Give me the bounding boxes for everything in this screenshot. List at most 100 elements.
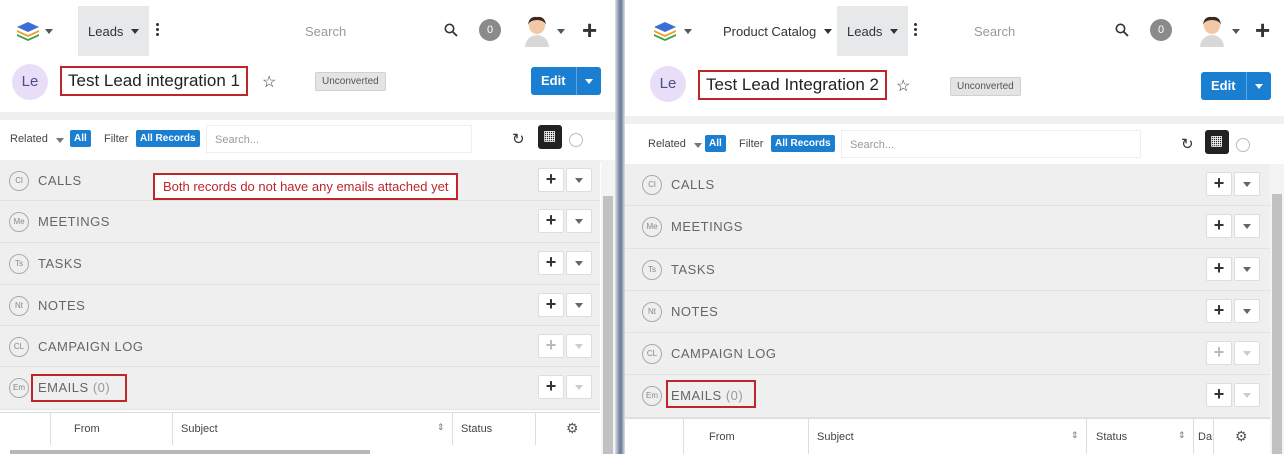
related-caret-icon[interactable] <box>694 143 702 148</box>
subpanel-calls[interactable]: Cl CALLS + <box>625 164 1270 206</box>
scrollbar-thumb[interactable] <box>603 196 613 454</box>
subpanel-tasks[interactable]: Ts TASKS + <box>0 243 600 285</box>
add-meeting-button[interactable]: + <box>538 209 564 233</box>
left-record-view: Leads Search 0 + Le Test Lead integratio… <box>0 0 615 454</box>
campaign-log-icon: CL <box>642 344 662 364</box>
subpanel-notes[interactable]: Nt NOTES + <box>625 291 1270 333</box>
notification-badge[interactable]: 0 <box>1150 19 1172 41</box>
gear-icon[interactable]: ⚙ <box>1235 428 1248 445</box>
search-icon[interactable] <box>1115 23 1129 37</box>
vertical-scrollbar[interactable] <box>1270 164 1284 454</box>
notes-dropdown-button[interactable] <box>566 293 592 317</box>
subpanel-campaign-log[interactable]: CL CAMPAIGN LOG + <box>0 326 600 367</box>
related-search-input[interactable]: Search... <box>206 125 472 153</box>
add-email-button[interactable]: + <box>1206 383 1232 407</box>
add-note-button[interactable]: + <box>1206 299 1232 323</box>
add-task-button[interactable]: + <box>538 251 564 275</box>
tasks-dropdown-button[interactable] <box>1234 257 1260 281</box>
vertical-scrollbar[interactable] <box>601 160 615 454</box>
subpanel-notes[interactable]: Nt NOTES + <box>0 285 600 326</box>
calls-dropdown-button[interactable] <box>566 168 592 192</box>
scrollbar-thumb[interactable] <box>1272 194 1282 454</box>
tasks-dropdown-button[interactable] <box>566 251 592 275</box>
notes-icon: Nt <box>9 296 29 316</box>
star-icon[interactable]: ☆ <box>262 72 276 92</box>
meetings-dropdown-button[interactable] <box>1234 214 1260 238</box>
subpanel-tasks[interactable]: Ts TASKS + <box>625 249 1270 291</box>
campaign-log-icon: CL <box>9 337 29 357</box>
edit-button[interactable]: Edit <box>531 67 576 95</box>
subpanel-title: NOTES <box>38 298 86 313</box>
gear-icon[interactable]: ⚙ <box>566 420 579 437</box>
column-header-from[interactable]: From <box>709 431 735 443</box>
column-header-date[interactable]: Da <box>1198 431 1212 443</box>
all-pill[interactable]: All <box>70 130 91 147</box>
record-title: Test Lead Integration 2 <box>698 70 887 100</box>
all-records-pill[interactable]: All Records <box>136 130 200 147</box>
stack-logo-icon[interactable] <box>653 20 677 42</box>
sort-icon[interactable]: ⇕ <box>437 422 445 433</box>
kebab-icon[interactable] <box>914 23 917 37</box>
chevron-down-icon <box>824 28 833 34</box>
subpanel-meetings[interactable]: Me MEETINGS + <box>0 201 600 243</box>
column-header-subject[interactable]: Subject <box>817 431 854 443</box>
plus-icon[interactable]: + <box>582 16 597 44</box>
add-call-button[interactable]: + <box>538 168 564 192</box>
add-meeting-button[interactable]: + <box>1206 214 1232 238</box>
clock-icon[interactable] <box>1236 138 1250 152</box>
user-avatar-icon[interactable] <box>1197 15 1227 47</box>
all-records-pill[interactable]: All Records <box>771 135 835 152</box>
user-menu-caret-icon[interactable] <box>1232 29 1240 34</box>
nav-tab-product-catalog[interactable]: Product Catalog <box>713 6 842 56</box>
subpanel-campaign-log[interactable]: CL CAMPAIGN LOG + <box>625 333 1270 375</box>
user-avatar-icon[interactable] <box>522 15 552 47</box>
subpanel-meetings[interactable]: Me MEETINGS + <box>625 206 1270 249</box>
add-email-button[interactable]: + <box>538 375 564 399</box>
plus-icon[interactable]: + <box>1255 16 1270 44</box>
column-header-status[interactable]: Status <box>1096 431 1127 443</box>
grid-icon[interactable] <box>1205 130 1229 154</box>
nav-tab-leads[interactable]: Leads <box>78 6 150 56</box>
user-menu-caret-icon[interactable] <box>557 29 565 34</box>
meetings-dropdown-button[interactable] <box>566 209 592 233</box>
clock-icon[interactable] <box>569 133 583 147</box>
subpanel-title: CAMPAIGN LOG <box>671 346 777 361</box>
calls-icon: Cl <box>9 171 29 191</box>
grid-icon[interactable] <box>538 125 562 149</box>
panel-divider <box>615 0 625 454</box>
global-search-input[interactable]: Search <box>974 24 1015 39</box>
nav-tab-leads[interactable]: Leads <box>837 6 909 56</box>
edit-dropdown-button[interactable] <box>1245 72 1271 100</box>
sort-icon[interactable]: ⇕ <box>1178 430 1186 441</box>
record-avatar: Le <box>650 66 686 102</box>
star-icon[interactable]: ☆ <box>896 76 910 96</box>
horizontal-scrollbar[interactable] <box>10 450 370 454</box>
search-icon[interactable] <box>444 23 458 37</box>
add-call-button[interactable]: + <box>1206 172 1232 196</box>
column-header-status[interactable]: Status <box>461 423 492 435</box>
add-task-button[interactable]: + <box>1206 257 1232 281</box>
logo-caret-icon[interactable] <box>45 29 53 34</box>
related-dropdown[interactable]: Related <box>648 138 686 150</box>
add-note-button[interactable]: + <box>538 293 564 317</box>
related-search-input[interactable]: Search... <box>841 130 1141 158</box>
refresh-icon[interactable]: ↻ <box>512 130 525 148</box>
calls-dropdown-button[interactable] <box>1234 172 1260 196</box>
sort-icon[interactable]: ⇕ <box>1071 430 1079 441</box>
logo-caret-icon[interactable] <box>684 29 692 34</box>
column-header-subject[interactable]: Subject <box>181 423 218 435</box>
refresh-icon[interactable]: ↻ <box>1181 135 1194 153</box>
notes-dropdown-button[interactable] <box>1234 299 1260 323</box>
status-badge: Unconverted <box>950 77 1021 96</box>
related-caret-icon[interactable] <box>56 138 64 143</box>
notification-badge[interactable]: 0 <box>479 19 501 41</box>
stack-logo-icon[interactable] <box>16 20 40 42</box>
related-dropdown[interactable]: Related <box>10 133 48 145</box>
global-search-input[interactable]: Search <box>305 24 346 39</box>
edit-button[interactable]: Edit <box>1201 72 1246 100</box>
nav-tab-label: Product Catalog <box>723 23 817 39</box>
edit-dropdown-button[interactable] <box>575 67 601 95</box>
kebab-icon[interactable] <box>156 23 159 37</box>
all-pill[interactable]: All <box>705 135 726 152</box>
column-header-from[interactable]: From <box>74 423 100 435</box>
